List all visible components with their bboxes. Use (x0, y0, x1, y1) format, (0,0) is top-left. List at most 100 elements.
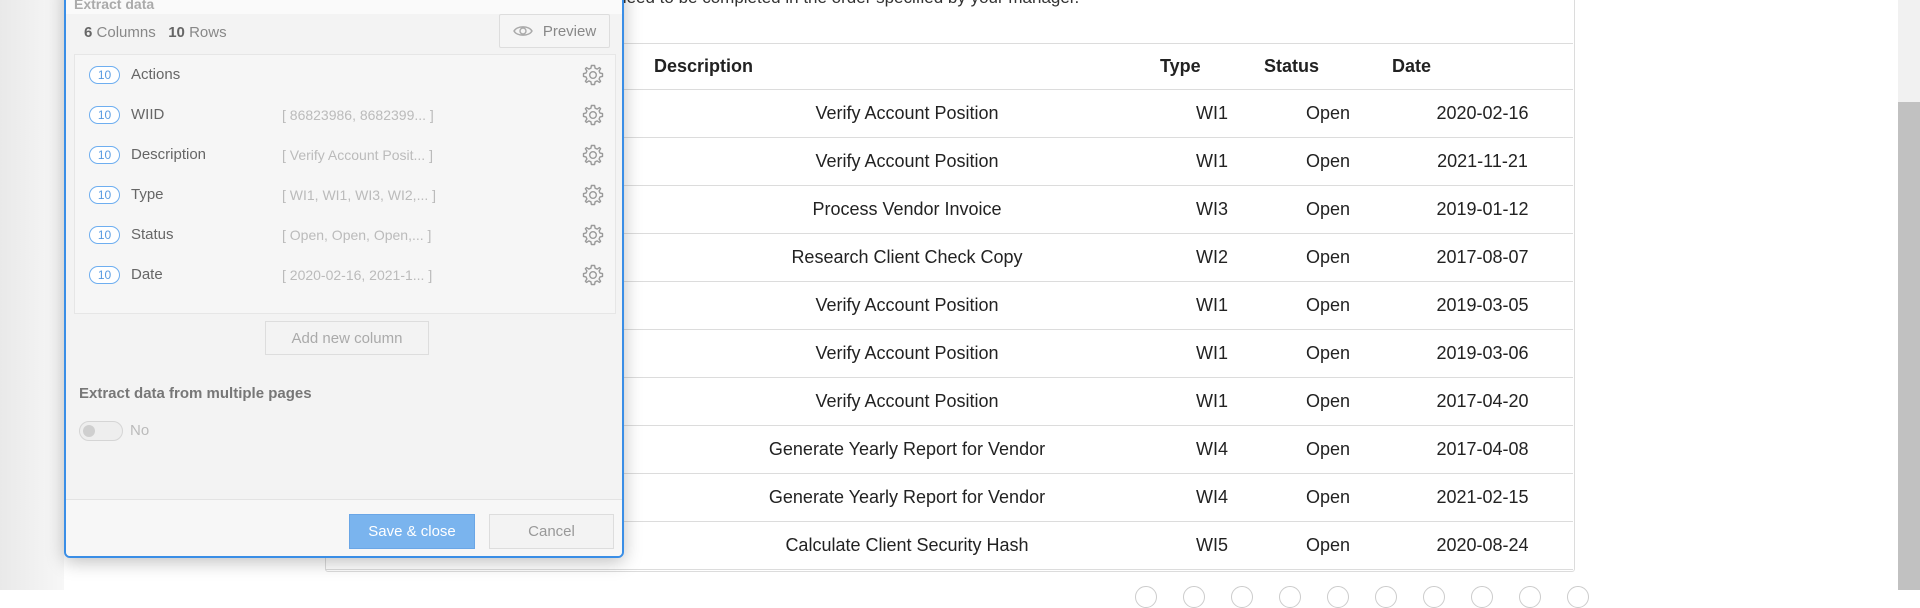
cell-type: WI5 (1160, 521, 1264, 570)
dialog-body: 6 Columns 10 Rows Preview 10 Actions 10 … (66, 14, 622, 499)
cell-type: WI2 (1160, 233, 1264, 282)
cell-status: Open (1264, 281, 1392, 330)
column-count-badge: 10 (89, 66, 120, 84)
column-count-badge: 10 (89, 186, 120, 204)
cell-description: Verify Account Position (654, 281, 1160, 330)
cell-description: Calculate Client Security Hash (654, 521, 1160, 570)
column-row-actions: 10 Actions (75, 55, 615, 95)
gear-icon[interactable] (581, 263, 605, 287)
header-description: Description (654, 43, 1160, 90)
page-dot[interactable] (1183, 586, 1205, 608)
page-dot[interactable] (1135, 586, 1157, 608)
gear-icon[interactable] (581, 223, 605, 247)
instructions-text: ney need to be completed in the order sp… (585, 0, 1079, 8)
dialog-title: Extract data (74, 0, 155, 12)
cell-type: WI4 (1160, 425, 1264, 474)
header-type: Type (1160, 43, 1264, 90)
page-backdrop-shade (0, 0, 64, 590)
gear-icon[interactable] (581, 63, 605, 87)
preview-button[interactable]: Preview (499, 14, 610, 48)
cell-status: Open (1264, 329, 1392, 378)
columns-list: 10 Actions 10 WIID [ 86823986, 8682399..… (74, 54, 616, 314)
toggle-knob (83, 425, 95, 437)
column-preview: [ Verify Account Posit... ] (282, 147, 433, 163)
cell-status: Open (1264, 185, 1392, 234)
cell-date: 2019-01-12 (1392, 185, 1573, 234)
cell-date: 2020-02-16 (1392, 89, 1573, 138)
cell-date: 2020-08-24 (1392, 521, 1573, 570)
rows-label: Rows (189, 24, 227, 41)
column-name: Actions (131, 66, 181, 83)
multi-page-toggle-value: No (130, 422, 150, 439)
cell-type: WI3 (1160, 185, 1264, 234)
cell-status: Open (1264, 521, 1392, 570)
column-row-date: 10 Date [ 2020-02-16, 2021-1... ] (75, 255, 615, 295)
column-row-wiid: 10 WIID [ 86823986, 8682399... ] (75, 95, 615, 135)
cell-status: Open (1264, 473, 1392, 522)
cell-date: 2017-04-20 (1392, 377, 1573, 426)
cell-description: Generate Yearly Report for Vendor (654, 425, 1160, 474)
column-name: Date (131, 266, 163, 283)
rows-count: 10 (168, 24, 185, 41)
gear-icon[interactable] (581, 103, 605, 127)
cell-status: Open (1264, 233, 1392, 282)
multi-page-label: Extract data from multiple pages (79, 385, 312, 402)
page-dot[interactable] (1519, 586, 1541, 608)
gear-icon[interactable] (581, 143, 605, 167)
add-new-column-button[interactable]: Add new column (265, 321, 429, 355)
cell-description: Verify Account Position (654, 329, 1160, 378)
cell-description: Verify Account Position (654, 137, 1160, 186)
page-dot[interactable] (1375, 586, 1397, 608)
cell-type: WI1 (1160, 89, 1264, 138)
preview-label: Preview (542, 22, 597, 40)
columns-label: Columns (96, 24, 156, 41)
cell-status: Open (1264, 425, 1392, 474)
cell-type: WI1 (1160, 281, 1264, 330)
cell-type: WI1 (1160, 329, 1264, 378)
dialog-footer: Save & close Cancel (66, 499, 622, 556)
cell-status: Open (1264, 89, 1392, 138)
gear-icon[interactable] (581, 183, 605, 207)
column-preview: [ 86823986, 8682399... ] (282, 107, 434, 123)
cell-date: 2019-03-06 (1392, 329, 1573, 378)
page-dot[interactable] (1567, 586, 1589, 608)
column-name: Description (131, 146, 207, 163)
page-scrollbar[interactable] (1898, 0, 1920, 590)
multi-page-toggle[interactable] (79, 421, 123, 441)
cell-type: WI1 (1160, 377, 1264, 426)
cell-date: 2021-02-15 (1392, 473, 1573, 522)
page-dot[interactable] (1279, 586, 1301, 608)
page-dot[interactable] (1423, 586, 1445, 608)
cell-description: Verify Account Position (654, 377, 1160, 426)
column-preview: [ WI1, WI1, WI3, WI2,... ] (282, 187, 437, 203)
column-count-badge: 10 (89, 106, 120, 124)
cell-description: Research Client Check Copy (654, 233, 1160, 282)
cell-date: 2017-08-07 (1392, 233, 1573, 282)
scrollbar-thumb[interactable] (1898, 102, 1920, 590)
header-status: Status (1264, 43, 1392, 90)
pagination (1135, 586, 1589, 608)
cell-status: Open (1264, 137, 1392, 186)
column-preview: [ 2020-02-16, 2021-1... ] (282, 267, 433, 283)
column-count-badge: 10 (89, 266, 120, 284)
column-count-badge: 10 (89, 226, 120, 244)
eye-icon (513, 26, 533, 36)
cell-description: Generate Yearly Report for Vendor (654, 473, 1160, 522)
save-and-close-button[interactable]: Save & close (349, 514, 475, 549)
column-row-status: 10 Status [ Open, Open, Open,... ] (75, 215, 615, 255)
cell-date: 2019-03-05 (1392, 281, 1573, 330)
column-row-type: 10 Type [ WI1, WI1, WI3, WI2,... ] (75, 175, 615, 215)
cancel-button[interactable]: Cancel (489, 514, 614, 549)
cell-type: WI4 (1160, 473, 1264, 522)
header-date: Date (1392, 43, 1573, 90)
column-name: WIID (131, 106, 165, 123)
column-preview: [ Open, Open, Open,... ] (282, 227, 432, 243)
column-count-badge: 10 (89, 146, 120, 164)
cell-type: WI1 (1160, 137, 1264, 186)
page-dot[interactable] (1327, 586, 1349, 608)
cell-description: Process Vendor Invoice (654, 185, 1160, 234)
cell-date: 2021-11-21 (1392, 137, 1573, 186)
column-name: Status (131, 226, 174, 243)
page-dot[interactable] (1471, 586, 1493, 608)
page-dot[interactable] (1231, 586, 1253, 608)
